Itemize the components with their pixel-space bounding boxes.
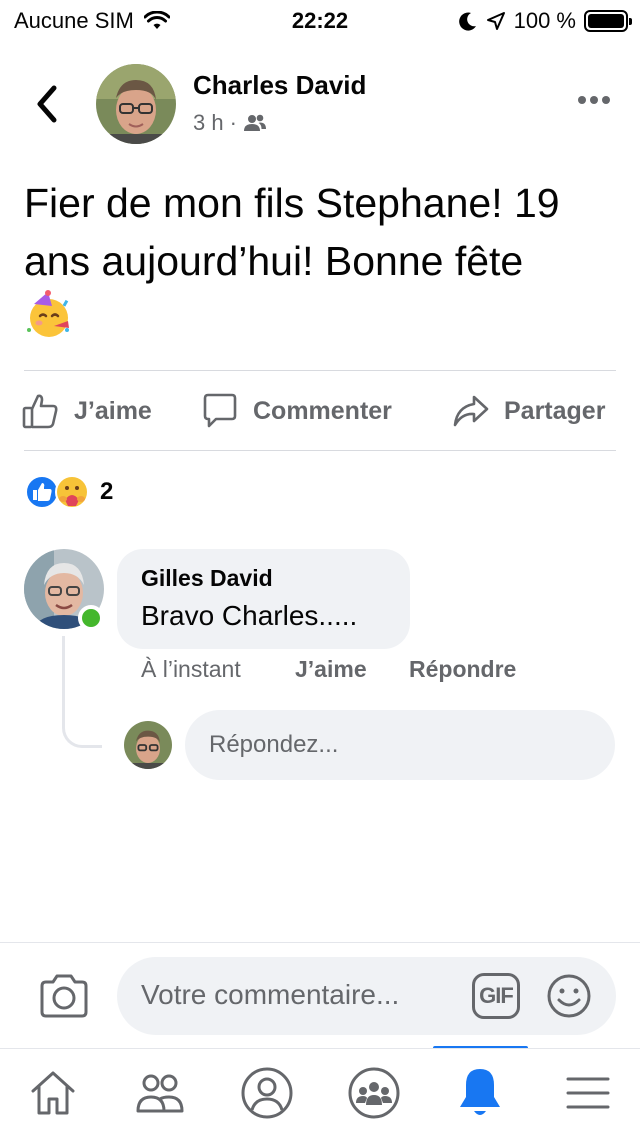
comment-bubble-icon — [203, 393, 237, 428]
gif-label: GIF — [479, 983, 514, 1008]
battery-percent: 100 % — [513, 8, 576, 33]
author-avatar[interactable] — [96, 64, 176, 144]
post-actions: J’aime Commenter Partager — [0, 372, 640, 450]
status-bar: Aucune SIM 22:22 100 % — [0, 0, 640, 40]
divider-top — [24, 370, 616, 371]
tab-profile[interactable] — [239, 1065, 295, 1121]
tab-friends[interactable] — [132, 1065, 188, 1121]
moon-icon — [458, 12, 476, 31]
reply-placeholder: Répondez... — [209, 731, 339, 758]
tab-groups[interactable] — [346, 1065, 402, 1121]
comment-label: Commenter — [253, 396, 392, 425]
notifications-icon — [460, 1069, 500, 1115]
reply-user-avatar — [124, 721, 172, 769]
post-body: Fier de mon fils Stephane! 19 ans aujour… — [24, 174, 624, 349]
share-label: Partager — [504, 396, 606, 425]
thumbs-up-icon — [22, 394, 58, 429]
comment-button[interactable]: Commenter — [201, 392, 392, 430]
gif-button[interactable]: GIF — [472, 973, 520, 1019]
meta-separator: · — [229, 110, 237, 135]
reactions-summary[interactable]: 2 — [24, 474, 113, 510]
friends-icon[interactable] — [243, 113, 267, 133]
battery-icon — [584, 10, 632, 32]
bottom-tab-bar — [0, 1048, 640, 1136]
comment-placeholder: Votre commentaire... — [141, 979, 400, 1010]
commenter-name[interactable]: Gilles David — [141, 565, 386, 592]
reply-input[interactable]: Répondez... — [185, 710, 615, 780]
comment-like-button[interactable]: J’aime — [295, 656, 367, 683]
friends-icon — [136, 1074, 184, 1113]
menu-icon — [566, 1077, 610, 1109]
post-text: Fier de mon fils Stephane! 19 ans aujour… — [24, 180, 560, 284]
care-reaction-icon — [55, 475, 89, 509]
post-author-name[interactable]: Charles David — [193, 70, 366, 101]
home-icon — [31, 1071, 75, 1115]
camera-icon[interactable] — [38, 972, 90, 1020]
comment-text: Bravo Charles..... — [141, 600, 358, 631]
post-meta: 3 h · — [193, 110, 267, 136]
profile-icon — [241, 1067, 293, 1119]
reaction-count: 2 — [100, 478, 114, 505]
comment-bubble[interactable]: Gilles David Bravo Charles..... — [117, 549, 410, 649]
comment-time: À l’instant — [141, 656, 241, 682]
tab-menu[interactable] — [560, 1065, 616, 1121]
groups-icon — [348, 1067, 400, 1119]
comment-reply-button[interactable]: Répondre — [409, 656, 516, 683]
share-arrow-icon — [453, 395, 489, 427]
more-options-button[interactable] — [578, 96, 610, 104]
comment-input[interactable]: Votre commentaire... GIF — [117, 957, 616, 1035]
tab-notifications[interactable] — [452, 1065, 508, 1121]
comment-thread-line — [62, 636, 102, 748]
post-time: 3 h — [193, 110, 224, 135]
tab-home[interactable] — [25, 1065, 81, 1121]
partying-face-icon — [27, 290, 69, 337]
divider-bottom — [24, 450, 616, 451]
location-arrow-icon — [486, 12, 505, 30]
share-button[interactable]: Partager — [452, 392, 605, 430]
emoji-picker-icon[interactable] — [546, 973, 592, 1019]
like-button[interactable]: J’aime — [22, 392, 152, 430]
online-status-dot — [78, 605, 104, 631]
back-arrow-icon[interactable] — [30, 82, 64, 126]
like-label: J’aime — [74, 396, 152, 425]
